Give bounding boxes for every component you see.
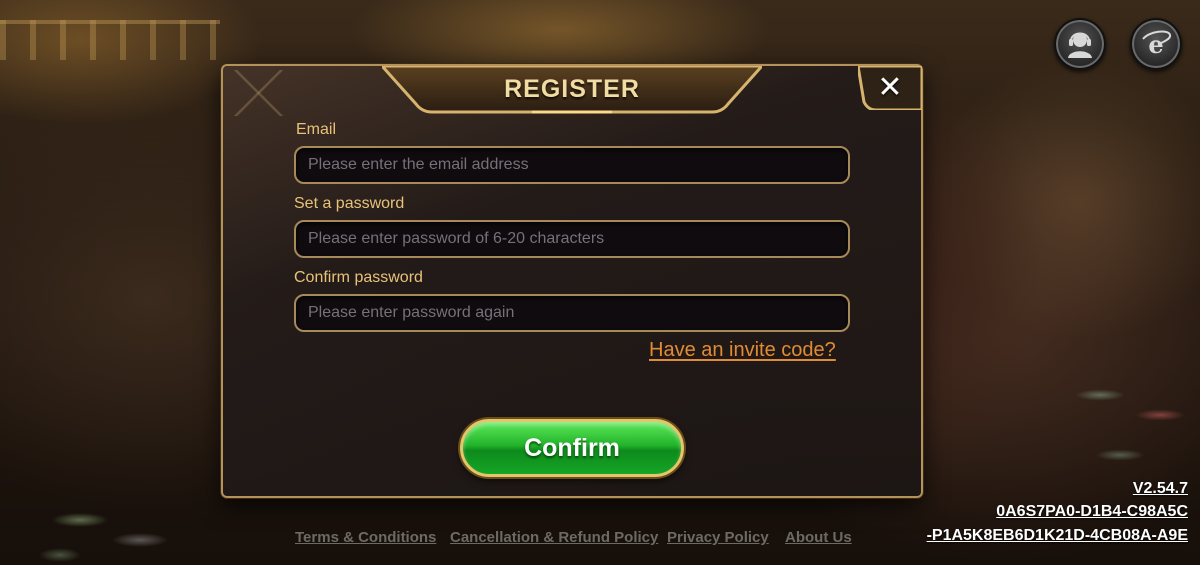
- background-chips-left: [20, 505, 200, 565]
- invite-code-link[interactable]: Have an invite code?: [649, 339, 836, 362]
- background-balcony: [0, 20, 220, 60]
- browser-icon[interactable]: e: [1130, 18, 1182, 70]
- email-label: Email: [296, 121, 337, 138]
- confirm-password-field[interactable]: [294, 294, 850, 332]
- background-chips-right: [1060, 375, 1200, 495]
- device-id-line-2: -P1A5K8EB6D1K21D-4CB08A-A9E: [926, 527, 1188, 544]
- terms-link[interactable]: Terms & Conditions: [295, 529, 436, 546]
- dialog-title: REGISTER: [504, 74, 640, 103]
- password-field[interactable]: [294, 220, 850, 258]
- about-us-link[interactable]: About Us: [785, 529, 852, 546]
- confirm-button[interactable]: Confirm: [460, 419, 684, 477]
- device-id-line-1: 0A6S7PA0-D1B4-C98A5C: [996, 503, 1188, 520]
- close-button[interactable]: ✕: [858, 66, 922, 110]
- email-field[interactable]: [294, 146, 850, 184]
- confirm-password-label: Confirm password: [294, 269, 423, 286]
- privacy-policy-link[interactable]: Privacy Policy: [667, 529, 769, 546]
- close-icon: ✕: [877, 71, 903, 104]
- password-label: Set a password: [294, 195, 405, 212]
- version-number: V2.54.7: [1132, 480, 1188, 497]
- refund-policy-link[interactable]: Cancellation & Refund Policy: [450, 529, 658, 546]
- svg-text:e: e: [1148, 30, 1163, 59]
- corner-ornament: [227, 70, 297, 116]
- customer-support-icon[interactable]: [1054, 18, 1106, 70]
- dialog-title-tab: REGISTER: [382, 66, 762, 116]
